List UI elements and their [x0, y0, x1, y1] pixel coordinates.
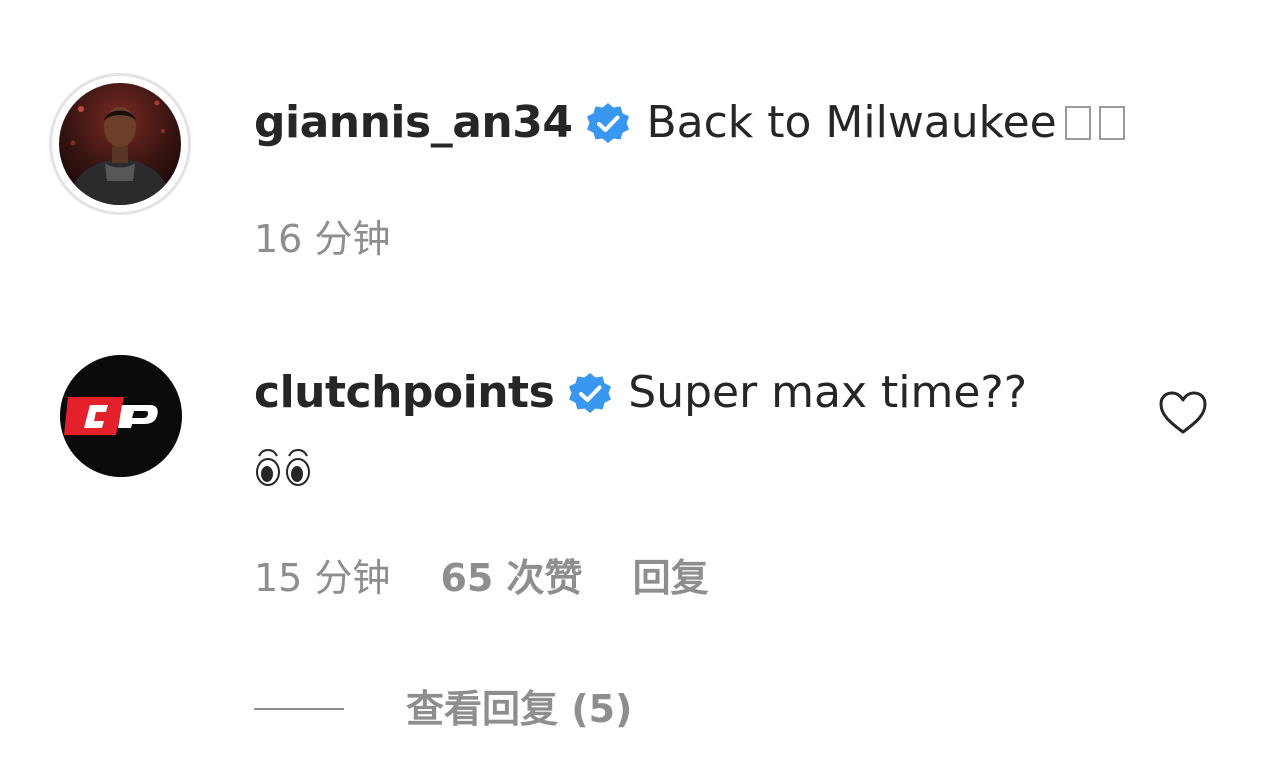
verified-badge-icon	[569, 373, 612, 413]
comment-1-text: Back to Milwaukee	[646, 97, 1057, 148]
missing-glyph-icon	[1064, 106, 1091, 140]
verified-badge-icon	[587, 103, 630, 143]
reply-button[interactable]: 回复	[633, 553, 709, 603]
avatar-photo	[59, 83, 181, 205]
heart-outline-icon[interactable]	[1158, 390, 1208, 436]
comment-2-text: Super max time??	[628, 367, 1028, 418]
comment-1-username[interactable]: giannis_an34	[254, 93, 573, 153]
comment-2-likes[interactable]: 65 次赞	[440, 553, 582, 603]
comment-2-username[interactable]: clutchpoints	[254, 363, 555, 423]
eyes-emoji-icon	[256, 449, 310, 486]
avatar-giannis[interactable]	[49, 73, 191, 215]
view-replies-label: 查看回复 (5)	[406, 687, 633, 731]
comment-2-body: clutchpoints Super max time??	[254, 363, 1027, 423]
comment-2-meta: 15 分钟 65 次赞 回复	[254, 553, 709, 603]
comment-1-time: 16 分钟	[254, 217, 391, 261]
view-replies-button[interactable]: 查看回复 (5)	[254, 684, 632, 734]
replies-divider	[254, 708, 344, 710]
comment-2-time: 15 分钟	[254, 556, 391, 600]
avatar-clutchpoints[interactable]	[60, 355, 182, 477]
comments-panel: giannis_an34 Back to Milwaukee 16 分钟 clu…	[0, 0, 1282, 770]
missing-glyph-icon	[1098, 106, 1125, 140]
comment-1-body: giannis_an34 Back to Milwaukee	[254, 93, 1125, 153]
